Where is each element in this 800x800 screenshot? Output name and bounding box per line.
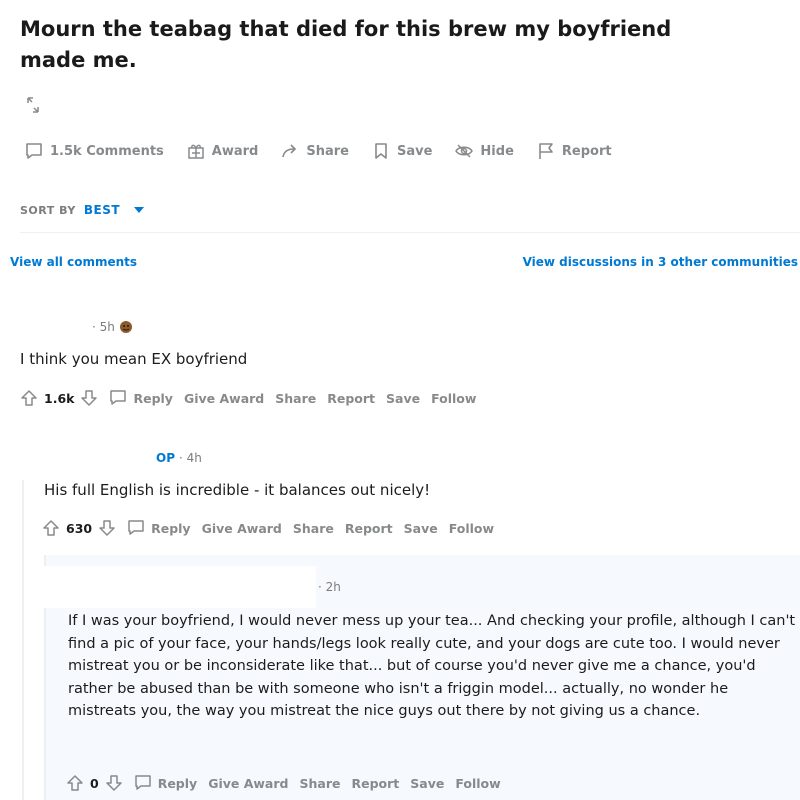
comment-icon [110, 390, 127, 405]
give-award-button[interactable]: Give Award [208, 776, 288, 791]
vote-group: 630 [42, 519, 116, 537]
reply-label: Reply [133, 390, 173, 406]
comment-meta: · 5h [92, 320, 133, 334]
comment-timestamp: · 4h [179, 451, 202, 465]
comment-meta: · 2h [318, 580, 341, 594]
save-label: Save [396, 143, 433, 159]
comment-timestamp: · 5h [92, 320, 115, 334]
hide-label: Hide [480, 143, 514, 159]
upvote-icon[interactable] [20, 389, 38, 407]
save-button[interactable]: Save [386, 391, 420, 406]
op-badge: OP [156, 451, 175, 465]
reply-button[interactable]: Reply [134, 774, 197, 792]
gift-icon [188, 144, 204, 159]
sort-by-label: SORT BY [20, 203, 76, 217]
flag-icon [539, 143, 553, 159]
follow-button[interactable]: Follow [449, 521, 494, 536]
sort-control[interactable]: SORT BY BEST [20, 203, 145, 217]
give-award-button[interactable]: Give Award [202, 521, 282, 536]
comment-actions: 1.6k Reply Give Award Share Report Save … [20, 389, 476, 407]
comment-timestamp: · 2h [318, 580, 341, 594]
comment-icon [128, 520, 144, 535]
divider [20, 232, 800, 233]
reply-button[interactable]: Reply [127, 519, 191, 537]
give-award-button[interactable]: Give Award [184, 391, 264, 406]
report-button[interactable]: Report [351, 776, 399, 791]
share-button[interactable]: Share [299, 776, 340, 791]
comment-icon [26, 143, 42, 159]
report-button[interactable]: Report [345, 521, 393, 536]
eye-slash-icon [455, 144, 474, 158]
reply-button[interactable]: Reply [109, 389, 173, 407]
hide-button[interactable]: Hide [454, 141, 514, 161]
report-button[interactable]: Report [327, 391, 375, 406]
upvote-icon[interactable] [66, 774, 84, 792]
bookmark-icon [375, 143, 387, 159]
save-button[interactable]: Save [410, 776, 444, 791]
downvote-icon[interactable] [105, 774, 123, 792]
share-button[interactable]: Share [280, 141, 349, 161]
comment-actions: 630 Reply Give Award Share Report Save F… [42, 519, 494, 537]
vote-group: 0 [66, 774, 123, 792]
redacted-username [26, 566, 316, 608]
vote-score: 630 [66, 520, 93, 536]
reply-label: Reply [151, 520, 191, 536]
post-title: Mourn the teabag that died for this brew… [20, 17, 672, 72]
share-label: Share [306, 143, 349, 159]
chevron-down-icon[interactable] [134, 207, 145, 213]
save-button[interactable]: Save [404, 521, 438, 536]
report-button[interactable]: Report [536, 141, 612, 161]
follow-button[interactable]: Follow [431, 391, 476, 406]
reply-label: Reply [157, 775, 198, 791]
comment-meta: OP · 4h [156, 451, 202, 465]
comments-button[interactable]: 1.5k Comments [24, 141, 164, 161]
follow-button[interactable]: Follow [455, 776, 500, 791]
share-button[interactable]: Share [275, 391, 316, 406]
downvote-icon[interactable] [98, 519, 116, 537]
save-button[interactable]: Save [371, 141, 432, 161]
post-action-bar: 1.5k Comments Award Share Save Hide Repo… [24, 141, 612, 161]
comment-body: His full English is incredible - it bala… [44, 481, 431, 499]
report-label: Report [561, 143, 612, 159]
award-badge-icon [119, 321, 132, 333]
upvote-icon[interactable] [42, 519, 60, 537]
award-button[interactable]: Award [186, 141, 259, 161]
view-all-comments-link[interactable]: View all comments [10, 255, 137, 269]
comment-body: If I was your boyfriend, I would never m… [68, 613, 796, 719]
downvote-icon[interactable] [80, 389, 98, 407]
comment-icon [134, 775, 151, 790]
expand-icon[interactable] [26, 96, 40, 114]
comments-label: 1.5k Comments [50, 143, 164, 159]
award-label: Award [211, 143, 259, 159]
thread-line[interactable] [22, 480, 24, 800]
comment-body: I think you mean EX boyfriend [20, 350, 248, 368]
view-other-communities-link[interactable]: View discussions in 3 other communities [523, 255, 798, 269]
share-button[interactable]: Share [293, 521, 334, 536]
vote-score: 1.6k [44, 390, 75, 406]
sort-value[interactable]: BEST [84, 203, 120, 217]
vote-group: 1.6k [20, 389, 98, 407]
vote-score: 0 [90, 775, 99, 791]
share-arrow-icon [282, 144, 297, 158]
comment-actions: 0 Reply Give Award Share Report Save Fol… [66, 774, 501, 792]
